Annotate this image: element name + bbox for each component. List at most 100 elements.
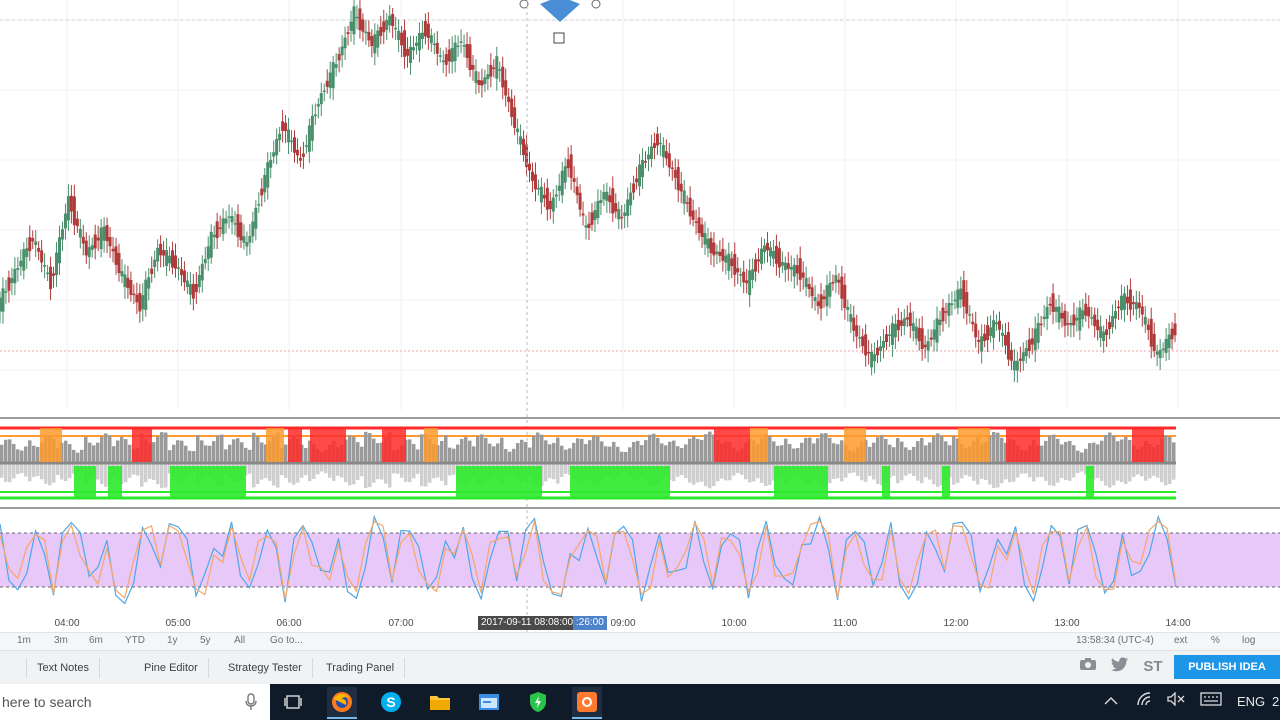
range-1y-button[interactable]: 1y — [167, 635, 178, 646]
volume-bar-up — [456, 444, 460, 462]
candle-body — [890, 323, 894, 345]
candle-body — [185, 280, 189, 287]
candle-body — [522, 138, 526, 156]
app-window-icon[interactable] — [474, 687, 504, 717]
wifi-icon[interactable] — [1137, 684, 1153, 720]
candle-body — [1096, 319, 1100, 331]
volume-bar-up — [4, 439, 8, 462]
ext-button[interactable]: ext — [1174, 635, 1187, 646]
signal-block-red — [1006, 428, 1040, 462]
volume-bar-down — [248, 464, 252, 474]
volume-muted-icon[interactable] — [1167, 684, 1185, 720]
candle-body — [545, 187, 549, 210]
candle-body — [560, 170, 564, 196]
candle-body — [313, 114, 317, 117]
percent-button[interactable]: % — [1211, 635, 1220, 646]
volume-bar-down — [860, 464, 864, 481]
task-view-icon[interactable] — [278, 687, 308, 717]
skype-icon[interactable]: S — [376, 687, 406, 717]
price-chart-svg[interactable] — [0, 0, 1280, 632]
tab-text-notes[interactable]: Text Notes — [26, 658, 100, 678]
candle-body — [923, 344, 927, 348]
volume-bar-down — [104, 464, 108, 487]
volume-bar-down — [728, 464, 732, 481]
recording-app-icon[interactable] — [572, 687, 602, 719]
candle-body — [834, 275, 838, 283]
volume-bar-up — [928, 442, 932, 462]
volume-bar-down — [332, 464, 336, 481]
volume-bar-down — [876, 464, 880, 484]
volume-bar-up — [872, 442, 876, 462]
candle-body — [444, 54, 448, 65]
stocktwits-icon[interactable]: ST — [1143, 657, 1163, 677]
chart-area[interactable]: 2017-09-11 08:08:00 :26:00 04:00 05:00 06:… — [0, 0, 1280, 632]
candle-body — [828, 282, 832, 297]
volume-bar-down — [392, 464, 396, 474]
candle-body — [1012, 360, 1016, 371]
volume-bar-down — [544, 464, 548, 482]
volume-bar-down — [752, 464, 756, 482]
volume-bar-down — [408, 464, 412, 483]
volume-bar-down — [716, 464, 720, 482]
volume-bar-up — [376, 443, 380, 462]
volume-bar-up — [572, 442, 576, 462]
candle-body — [602, 191, 606, 200]
candle-body — [293, 137, 296, 153]
range-3m-button[interactable]: 3m — [54, 635, 68, 646]
twitter-icon[interactable] — [1110, 657, 1130, 677]
candle-body — [810, 287, 814, 297]
candle-body — [614, 203, 618, 212]
clock-partial[interactable]: 2 — [1272, 684, 1279, 720]
tab-strategy-tester[interactable]: Strategy Tester — [218, 658, 313, 678]
candle-body — [539, 186, 543, 203]
candle-body — [944, 311, 948, 313]
range-all-button[interactable]: All — [234, 635, 245, 646]
candle-body — [1134, 301, 1138, 310]
volume-bar-up — [820, 433, 824, 462]
oscillator-band — [0, 533, 1280, 587]
taskbar-search-input[interactable]: here to search — [0, 684, 270, 720]
firefox-icon[interactable] — [327, 687, 357, 719]
range-5y-button[interactable]: 5y — [200, 635, 211, 646]
log-button[interactable]: log — [1242, 635, 1255, 646]
file-explorer-icon[interactable] — [425, 687, 455, 717]
candle-body — [1099, 326, 1103, 338]
shield-icon[interactable] — [523, 687, 553, 717]
publish-idea-button[interactable]: PUBLISH IDEA — [1174, 655, 1280, 679]
show-hidden-icons-chevron-icon[interactable] — [1104, 684, 1118, 720]
volume-bar-up — [352, 436, 356, 462]
volume-bar-up — [876, 437, 880, 462]
candle-body — [373, 34, 377, 54]
keyboard-icon[interactable] — [1200, 684, 1222, 720]
candle-body — [1024, 348, 1028, 357]
volume-bar-up — [800, 442, 804, 462]
candle-body — [325, 80, 329, 87]
range-6m-button[interactable]: 6m — [89, 635, 103, 646]
volume-bar-up — [632, 441, 636, 462]
time-tick-label: 06:00 — [276, 618, 302, 629]
volume-bar-down — [48, 464, 52, 486]
volume-bar-up — [792, 448, 796, 462]
volume-bar-down — [32, 464, 36, 478]
tab-pine-editor[interactable]: Pine Editor — [134, 658, 209, 678]
volume-bar-down — [136, 464, 140, 476]
microphone-icon[interactable] — [236, 687, 266, 717]
volume-bar-down — [152, 464, 156, 480]
candle-body — [435, 42, 439, 54]
candle-body — [649, 146, 653, 159]
range-1m-button[interactable]: 1m — [17, 635, 31, 646]
go-to-button[interactable]: Go to... — [270, 635, 303, 646]
camera-icon[interactable] — [1078, 657, 1098, 677]
volume-bar-down — [360, 464, 364, 477]
volume-bar-up — [228, 444, 232, 462]
tab-trading-panel[interactable]: Trading Panel — [316, 658, 406, 678]
volume-bar-down — [704, 464, 708, 487]
volume-bar-up — [28, 440, 32, 462]
language-indicator[interactable]: ENG — [1237, 684, 1265, 720]
candle-body — [691, 210, 695, 220]
volume-bar-down — [932, 464, 936, 485]
candle-body — [221, 218, 225, 235]
range-ytd-button[interactable]: YTD — [125, 635, 145, 646]
volume-bar-down — [992, 464, 996, 488]
volume-bar-up — [924, 445, 928, 462]
